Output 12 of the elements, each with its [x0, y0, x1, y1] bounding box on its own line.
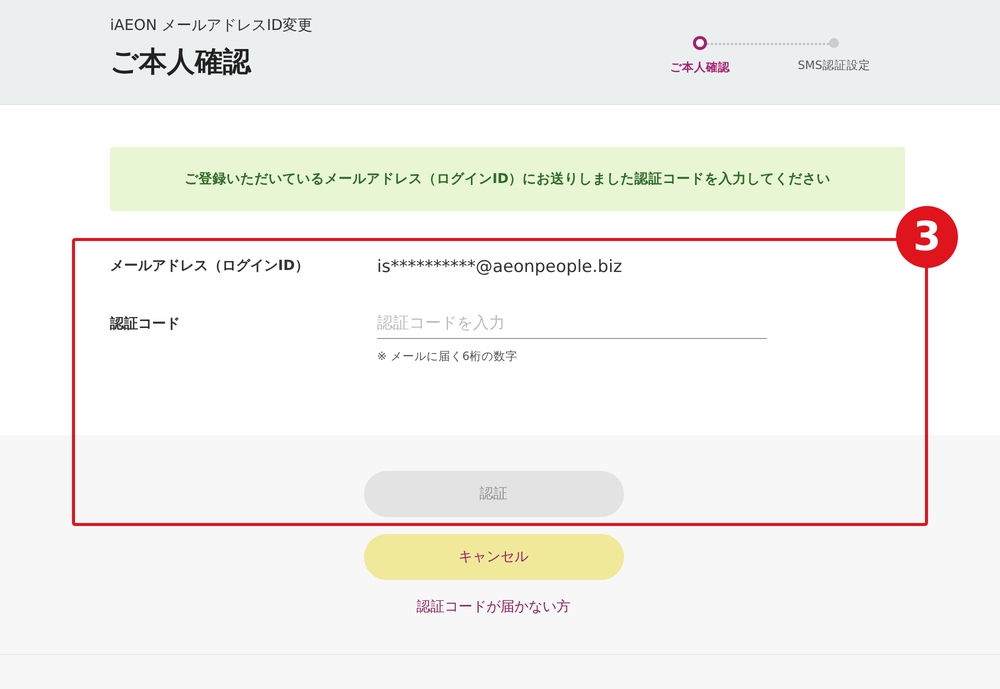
cancel-button[interactable]: キャンセル — [364, 534, 624, 580]
help-link[interactable]: 認証コードが届かない方 — [416, 598, 570, 616]
page-subtitle: iAEON メールアドレスID変更 — [110, 16, 313, 35]
code-hint: ※ メールに届く6桁の数字 — [377, 349, 519, 364]
page-title: ご本人確認 — [110, 44, 252, 80]
code-label: 認証コード — [110, 315, 181, 334]
email-value: is**********@aeonpeople.biz — [377, 257, 622, 277]
notice-message: ご登録いただいているメールアドレス（ログインID）にお送りしました認証コードを入力してください — [110, 147, 905, 211]
email-label: メールアドレス（ログインID） — [110, 257, 310, 276]
step-label: ご本人確認 — [670, 60, 730, 75]
step-label: SMS認証設定 — [798, 58, 870, 73]
code-input[interactable]: 認証コードを入力 — [377, 313, 767, 339]
